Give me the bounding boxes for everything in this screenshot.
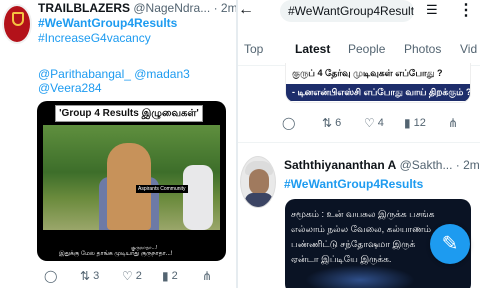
like-button[interactable]: ♡ 2	[122, 270, 142, 282]
meme-watermark: Aspirants Community	[136, 185, 188, 193]
search-tabs: Top Latest People Photos Vid	[238, 38, 480, 66]
reply-button[interactable]: ◯	[282, 117, 295, 129]
views-count: 12	[413, 117, 426, 129]
avatar[interactable]	[240, 156, 276, 208]
hashtag-link[interactable]: #IncreaseG4vacancy	[38, 31, 151, 45]
meme-photo	[43, 125, 220, 230]
tab-photos[interactable]: Photos	[404, 42, 441, 56]
hashtag-link[interactable]: #WeWantGroup4Results	[38, 16, 177, 30]
views-button[interactable]: ▮ 2	[162, 270, 178, 282]
handle[interactable]: @Sakth...	[400, 158, 453, 172]
display-name[interactable]: TRAILBLAZERS	[38, 1, 130, 15]
tweet-header: TRAILBLAZERS @NageNdra... · 2m	[38, 1, 236, 15]
timestamp[interactable]: · 2m	[214, 1, 236, 15]
like-count: 2	[135, 270, 142, 282]
heart-icon: ♡	[122, 269, 133, 283]
search-input[interactable]: #WeWantGroup4Results	[280, 0, 414, 22]
meme-caption: இதுக்கு மேல தாங்க முடியாது குருநாதா...!	[59, 251, 173, 257]
image-text-line: குருப் 4 தேர்வு முடிவுகள் எப்போது ?	[286, 65, 470, 82]
like-count: 4	[377, 117, 384, 129]
image-text-line: பண்ணிட்டு சந்தோஷமா இருக்	[291, 239, 416, 249]
heart-icon: ♡	[364, 116, 375, 130]
back-arrow-icon[interactable]: ←	[238, 1, 254, 19]
meme-title: 'Group 4 Results இழுவைகள்'	[55, 105, 203, 122]
reply-icon: ◯	[282, 116, 296, 130]
share-button[interactable]: ⋔	[202, 270, 212, 282]
retweet-icon: ⇅	[322, 116, 333, 130]
share-button[interactable]: ⋔	[448, 117, 458, 129]
feather-plus-icon: ✎	[441, 233, 459, 255]
search-results-pane: ← #WeWantGroup4Results ☰ ⋮ Top Latest Pe…	[238, 0, 480, 288]
display-name[interactable]: Saththiyananthan A	[284, 158, 396, 172]
retweet-icon: ⇅	[80, 269, 91, 283]
retweet-button[interactable]: ⇅ 6	[322, 117, 341, 129]
reply-button[interactable]: ◯	[44, 270, 57, 282]
like-button[interactable]: ♡ 4	[364, 117, 384, 129]
top-bar: ← #WeWantGroup4Results ☰ ⋮	[238, 0, 480, 26]
handle[interactable]: @NageNdra...	[133, 1, 210, 15]
reply-icon: ◯	[44, 269, 58, 283]
tab-videos[interactable]: Vid	[460, 42, 477, 56]
hashtag-link[interactable]: #WeWantGroup4Results	[284, 177, 423, 191]
tab-latest[interactable]: Latest	[295, 42, 330, 56]
tweet-separator	[238, 142, 480, 143]
views-count: 2	[171, 270, 178, 282]
views-icon: ▮	[162, 269, 169, 283]
shield-icon	[12, 12, 24, 26]
tab-top[interactable]: Top	[244, 42, 263, 56]
more-options-icon[interactable]: ⋮	[458, 0, 474, 20]
retweet-button[interactable]: ⇅ 3	[80, 270, 99, 282]
filter-icon[interactable]: ☰	[426, 2, 438, 18]
views-icon: ▮	[404, 116, 411, 130]
left-tweet: TRAILBLAZERS @NageNdra... · 2m #WeWantGr…	[0, 0, 236, 288]
retweet-count: 6	[335, 117, 342, 129]
image-text-line: - டினஎன்பிஎஸ்சி எப்போது வாய் திறக்கும் ?	[286, 84, 470, 101]
mentions-line[interactable]: @Parithabangal_ @madan3	[38, 67, 190, 81]
tweet-image[interactable]: 'Group 4 Results இழுவைகள்' Aspirants Com…	[37, 101, 226, 261]
compose-button[interactable]: ✎	[430, 224, 470, 264]
tweet-image[interactable]: குருப் 4 தேர்வு முடிவுகள் எப்போது ? - டி…	[285, 63, 471, 103]
image-text-line: சமூகம் : உன் வயசுல இருக்க பசங்க	[291, 209, 435, 219]
retweet-count: 3	[93, 270, 100, 282]
tweet-header: Saththiyananthan A @Sakth... · 2m	[284, 158, 480, 172]
views-button[interactable]: ▮ 12	[404, 117, 426, 129]
timestamp[interactable]: · 2m	[456, 158, 480, 172]
tab-people[interactable]: People	[348, 42, 385, 56]
share-icon: ⋔	[202, 269, 213, 283]
image-text-line: எல்லாம் நல்ல வேலை, கல்யாணம்	[291, 224, 431, 234]
avatar[interactable]	[2, 4, 32, 44]
share-icon: ⋔	[448, 116, 459, 130]
mentions-line[interactable]: @Veera284	[38, 81, 102, 95]
